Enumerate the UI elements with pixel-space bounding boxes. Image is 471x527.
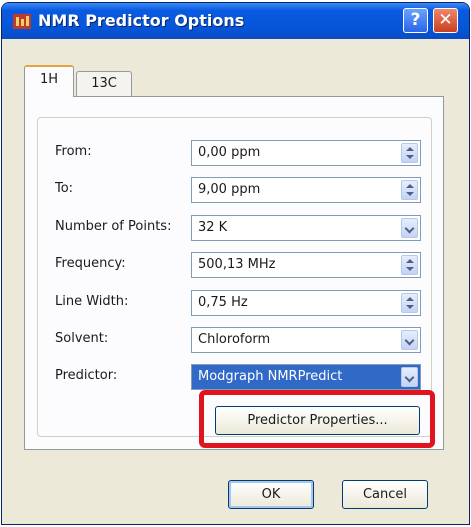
row-frequency: Frequency: 500,13 MHz — [38, 252, 431, 278]
line-width-spinner[interactable] — [401, 293, 418, 313]
predictor-select[interactable]: Modgraph NMRPredict — [191, 364, 421, 390]
spin-up-icon — [406, 184, 414, 188]
points-label: Number of Points: — [55, 219, 172, 234]
points-select[interactable]: 32 K — [191, 215, 421, 241]
to-spinner[interactable] — [401, 180, 418, 200]
from-label: From: — [55, 144, 92, 159]
points-value: 32 K — [198, 220, 228, 235]
row-from: From: 0,00 ppm — [38, 140, 431, 166]
solvent-dropdown-button[interactable] — [401, 330, 418, 350]
spin-up-icon — [406, 147, 414, 151]
spin-down-icon — [406, 267, 414, 271]
line-width-label: Line Width: — [55, 294, 129, 309]
to-value: 9,00 ppm — [198, 182, 261, 197]
spin-up-icon — [406, 259, 414, 263]
row-predictor: Predictor: Modgraph NMRPredict — [38, 364, 431, 390]
row-to: To: 9,00 ppm — [38, 177, 431, 203]
spin-down-icon — [406, 192, 414, 196]
nmr-predictor-options-dialog: NMR Predictor Options ? ✕ 1H 13C From: 0… — [1, 2, 470, 525]
solvent-select[interactable]: Chloroform — [191, 327, 421, 353]
row-points: Number of Points: 32 K — [38, 215, 431, 241]
from-spinner[interactable] — [401, 143, 418, 163]
tab-1h[interactable]: 1H — [24, 65, 74, 97]
spin-down-icon — [406, 155, 414, 159]
to-label: To: — [55, 181, 74, 196]
line-width-value: 0,75 Hz — [198, 295, 248, 310]
from-value: 0,00 ppm — [198, 145, 261, 160]
ok-button[interactable]: OK — [228, 480, 314, 509]
app-icon — [13, 14, 31, 29]
tab-13c[interactable]: 13C — [76, 71, 132, 97]
spin-up-icon — [406, 297, 414, 301]
from-field[interactable]: 0,00 ppm — [191, 140, 421, 166]
tab-panel: From: 0,00 ppm To: 9,00 ppm Number of Po… — [24, 96, 444, 450]
line-width-field[interactable]: 0,75 Hz — [191, 290, 421, 316]
spin-down-icon — [406, 305, 414, 309]
to-field[interactable]: 9,00 ppm — [191, 177, 421, 203]
predictor-label: Predictor: — [55, 368, 118, 383]
predictor-dropdown-button[interactable] — [401, 367, 418, 387]
title-bar[interactable]: NMR Predictor Options ? ✕ — [2, 3, 469, 39]
frequency-spinner[interactable] — [401, 255, 418, 275]
help-button[interactable]: ? — [403, 8, 428, 33]
frequency-value: 500,13 MHz — [198, 257, 276, 272]
row-solvent: Solvent: Chloroform — [38, 327, 431, 353]
row-line-width: Line Width: 0,75 Hz — [38, 290, 431, 316]
points-dropdown-button[interactable] — [401, 218, 418, 238]
options-group: From: 0,00 ppm To: 9,00 ppm Number of Po… — [37, 117, 435, 448]
frequency-field[interactable]: 500,13 MHz — [191, 252, 421, 278]
solvent-label: Solvent: — [55, 331, 109, 346]
frequency-label: Frequency: — [55, 256, 126, 271]
window-title: NMR Predictor Options — [38, 11, 245, 30]
predictor-properties-button[interactable]: Predictor Properties... — [215, 406, 420, 435]
predictor-value: Modgraph NMRPredict — [198, 369, 343, 384]
chevron-down-icon — [404, 223, 415, 234]
chevron-down-icon — [404, 372, 415, 383]
close-button[interactable]: ✕ — [433, 8, 458, 33]
solvent-value: Chloroform — [198, 332, 271, 347]
chevron-down-icon — [404, 335, 415, 346]
cancel-button[interactable]: Cancel — [342, 480, 428, 509]
